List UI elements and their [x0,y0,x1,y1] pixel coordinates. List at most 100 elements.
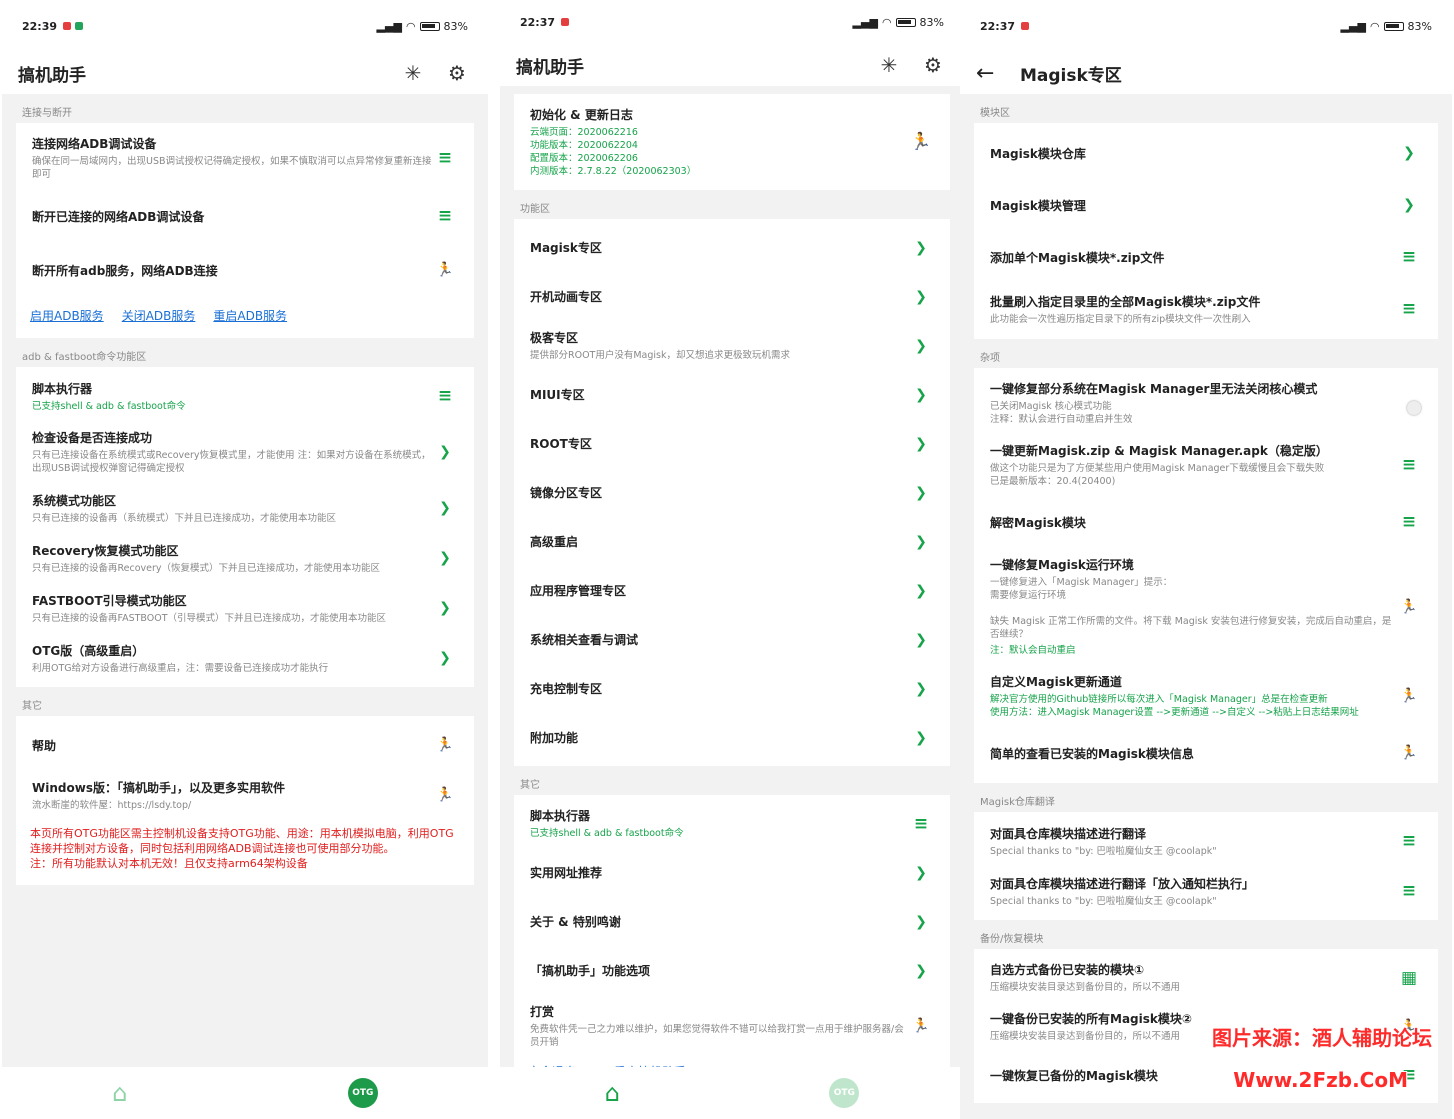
run-icon: 🏃 [912,1018,930,1034]
item-text: Magisk模块管理 [990,197,1396,214]
list-item[interactable]: 帮助 🏃 [16,720,474,770]
item-subtitle: 只有已连接设备在系统模式或Recovery恢复模式里，才能使用 注：如果对方设备… [32,450,431,474]
list-item[interactable]: 自选方式备份已安装的模块① 压缩模块安装目录达到备份目的，所以不通用 ▦ [974,953,1438,1002]
list-item[interactable]: 系统相关查看与调试 ❯ [514,615,950,664]
restart-adb-link[interactable]: 重启ADB服务 [213,307,287,324]
list-item[interactable]: MIUI专区 ❯ [514,370,950,419]
chevron-right-icon: ❯ [915,337,927,354]
item-subtitle: 确保在同一局域网内，出现USB调试授权记得确定授权，如果不慎取消可以点异常修复重… [32,156,432,180]
chevron-right-icon: ❯ [439,600,451,616]
item-title: 极客专区 [530,331,579,345]
list-item[interactable]: 脚本执行器 已支持shell & adb & fastboot命令 ≡ [514,799,950,848]
adb-card: 脚本执行器 已支持shell & adb & fastboot命令 ≡ 检查设备是否连… [16,367,474,687]
item-title: 高级重启 [530,535,579,549]
run-icon: 🏃 [910,132,932,152]
menu-icon: ≡ [437,148,453,168]
init-card[interactable]: 初始化 & 更新日志 云端页面：2020062216 功能版本：20200622… [514,94,950,190]
list-item[interactable]: 简单的查看已安装的Magisk模块信息 🏃 [974,727,1438,779]
chevron-right-icon: ❯ [915,386,927,403]
list-item[interactable]: 自定义Magisk更新通道 解决官方使用的Github链接所以每次进入「Magis… [974,665,1438,727]
otg-tab[interactable]: OTG [347,1078,378,1108]
item-subtitle: 已支持shell & adb & fastboot命令 [32,400,186,412]
loading-icon[interactable]: ✳ [874,50,904,80]
list-item[interactable]: 批量刷入指定目录里的全部Magisk模块*.zip文件 此功能会一次性遍历指定目录… [974,283,1438,335]
list-item[interactable]: ROOT专区 ❯ [514,419,950,468]
section-title-backup: 备份/恢复模块 [980,934,1044,945]
list-item[interactable]: 附加功能 ❯ [514,713,950,762]
list-item[interactable]: 对面具仓库模块描述进行翻译 Special thanks to "by: 巴啦啦魔… [974,816,1438,866]
list-item[interactable]: 解密Magisk模块 ≡ [974,496,1438,548]
item-text: MIUI专区 [530,386,908,403]
list-item[interactable]: 一键修复部分系统在Magisk Manager里无法关闭核心模式 已关闭Magis… [974,372,1438,434]
list-item[interactable]: 镜像分区专区 ❯ [514,468,950,517]
wifi-icon: ◠ [1369,19,1380,33]
stop-adb-link[interactable]: 关闭ADB服务 [122,307,196,324]
list-item[interactable]: OTG版（高级重启） 利用OTG给对方设备进行高级重启，注：需要设备已连接成功才能… [16,633,474,683]
app-title: 搞机助手 [18,65,86,86]
run-icon: 🏃 [1400,745,1418,761]
item-text: Windows版：「搞机助手」，以及更多实用软件 流水断崖的软件屋：https:/… [32,779,432,812]
list-item[interactable]: 对面具仓库模块描述进行翻译「放入通知栏执行」 Special thanks to … [974,866,1438,916]
list-item[interactable]: 添加单个Magisk模块*.zip文件 ≡ [974,231,1438,283]
list-item[interactable]: Magisk专区 ❯ [514,223,950,272]
status-time: 22:39 [22,19,58,33]
list-item[interactable]: 一键更新Magisk.zip & Magisk Manager.apk（稳定版）… [974,434,1438,496]
list-item[interactable]: Magisk模块仓库 ❯ [974,127,1438,179]
list-item[interactable]: Magisk模块管理 ❯ [974,179,1438,231]
list-item[interactable]: 系统模式功能区 只有已连接的设备再（系统模式）下并且已连接成功，才能使用本功能区 ❯ [16,483,474,533]
menu-icon: ≡ [1401,299,1417,319]
back-arrow-icon[interactable]: ← [976,61,1000,86]
chevron-right-icon: ❯ [915,484,927,501]
list-item[interactable]: 极客专区 提供部分ROOT用户没有Magisk，却又想追求更极致玩机需求 ❯ [514,321,950,370]
list-item[interactable]: 断开已连接的网络ADB调试设备 ≡ [16,189,474,243]
list-item[interactable]: 应用程序管理专区 ❯ [514,566,950,615]
chevron-right-icon: ❯ [915,729,927,746]
list-item[interactable]: Recovery恢复模式功能区 只有已连接的设备再Recovery（恢复模式）下并… [16,533,474,583]
loading-icon[interactable]: ✳ [398,58,428,88]
item-text: 实用网址推荐 [530,864,908,881]
item-text: 连接网络ADB调试设备 确保在同一局域网内，出现USB调试授权记得确定授权，如果不… [32,135,432,181]
settings-gear-icon[interactable]: ⚙ [918,50,948,80]
item-text: 一键更新Magisk.zip & Magisk Manager.apk（稳定版）… [990,442,1396,488]
otg-tab[interactable]: OTG [829,1078,860,1108]
item-title: 脚本执行器 [32,381,93,396]
item-text: 断开所有adb服务，网络ADB连接 [32,262,432,279]
section-title-adb: adb & fastboot命令功能区 [22,352,147,363]
item-text: 关于 & 特别鸣谢 [530,913,908,930]
chevron-right-icon: ❯ [915,913,927,930]
section-title-connect: 连接与断开 [22,108,72,119]
settings-gear-icon[interactable]: ⚙ [442,58,472,88]
item-title: 一键修复部分系统在Magisk Manager里无法关闭核心模式 [990,382,1318,396]
version-line: 配置版本：2020062206 [530,153,638,164]
item-text: 一键修复Magisk运行环境 一键修复进入「Magisk Manager」提示： … [990,556,1396,657]
home-icon[interactable]: ⌂ [112,1079,127,1107]
notification-icon [63,22,72,30]
list-item[interactable]: 高级重启 ❯ [514,517,950,566]
app-bar: ← Magisk专区 [960,52,1452,94]
item-text: 自选方式备份已安装的模块① 压缩模块安装目录达到备份目的，所以不通用 [990,961,1396,994]
list-item[interactable]: 开机动画专区 ❯ [514,272,950,321]
list-item[interactable]: 打赏 免费软件凭一己之力难以维护，如果您觉得软件不错可以给我打赏一点用于维护服务器… [514,995,950,1057]
list-item[interactable]: 脚本执行器 已支持shell & adb & fastboot命令 ≡ [16,371,474,421]
list-item[interactable]: 检查设备是否连接成功 只有已连接设备在系统模式或Recovery恢复模式里，才能使… [16,421,474,483]
list-item[interactable]: 断开所有adb服务，网络ADB连接 🏃 [16,243,474,297]
list-item[interactable]: 连接网络ADB调试设备 确保在同一局域网内，出现USB调试授权记得确定授权，如果不… [16,127,474,189]
chevron-right-icon: ❯ [915,962,927,979]
list-item[interactable]: 关于 & 特别鸣谢 ❯ [514,897,950,946]
item-title: FASTBOOT引导模式功能区 [32,593,187,608]
item-text: Recovery恢复模式功能区 只有已连接的设备再Recovery（恢复模式）下并… [32,542,432,575]
battery-level: 83 [443,19,458,33]
connect-card: 连接网络ADB调试设备 确保在同一局域网内，出现USB调试授权记得确定授权，如果不… [16,123,474,301]
list-item[interactable]: 充电控制专区 ❯ [514,664,950,713]
item-text: 一键修复部分系统在Magisk Manager里无法关闭核心模式 已关闭Magis… [990,380,1396,426]
list-item[interactable]: Windows版：「搞机助手」，以及更多实用软件 流水断崖的软件屋：https:/… [16,770,474,820]
list-item[interactable]: FASTBOOT引导模式功能区 只有已连接的设备再FASTBOOT（引导模式）下并… [16,583,474,633]
item-title: 自定义Magisk更新通道 [990,675,1122,689]
battery-icon [1383,21,1404,31]
list-item[interactable]: 实用网址推荐 ❯ [514,848,950,897]
home-icon[interactable]: ⌂ [605,1079,620,1107]
signal-icon: ▂▄▆ [376,19,402,33]
list-item[interactable]: 「搞机助手」功能选项 ❯ [514,946,950,995]
list-item[interactable]: 一键修复Magisk运行环境 一键修复进入「Magisk Manager」提示： … [974,548,1438,665]
start-adb-link[interactable]: 启用ADB服务 [30,307,104,324]
